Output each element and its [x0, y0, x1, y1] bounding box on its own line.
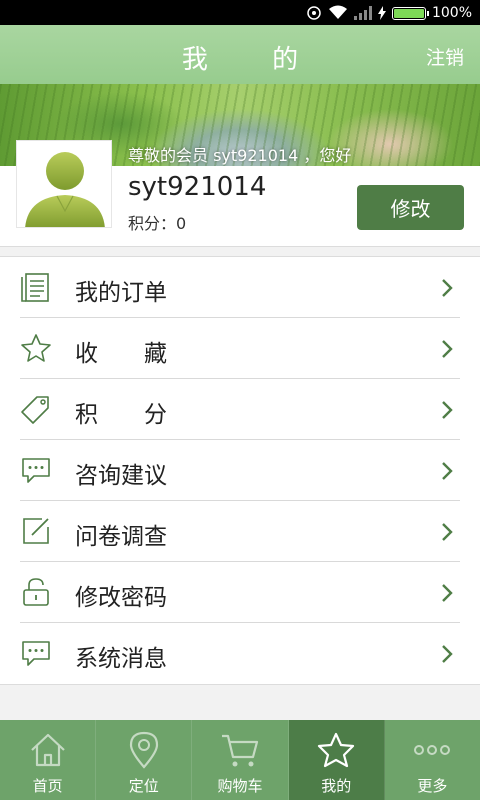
tab-label: 更多 — [417, 777, 448, 795]
points-text: 积分：0 — [128, 214, 187, 233]
battery-icon — [391, 6, 429, 20]
tab-home[interactable]: 首页 — [0, 720, 97, 800]
chevron-right-icon — [442, 340, 453, 358]
home-icon — [30, 733, 65, 767]
chevron-right-icon — [442, 523, 453, 541]
battery-percent: 100% — [431, 5, 472, 21]
charging-icon — [377, 6, 386, 20]
wifi-icon — [328, 5, 348, 21]
menu-item-label: 咨询建议 — [75, 463, 167, 489]
more-icon — [414, 745, 451, 755]
menu-item-change-password[interactable]: 修改密码 — [20, 562, 460, 623]
menu-item-feedback[interactable]: 咨询建议 — [20, 440, 460, 501]
menu-item-favorites[interactable]: 收 藏 — [20, 318, 460, 379]
tab-mine[interactable]: 我的 — [288, 720, 385, 800]
lock-icon — [23, 578, 49, 606]
greeting-text: 尊敬的会员 syt921014 ，您好 — [128, 146, 352, 165]
status-bar: 100% — [0, 0, 480, 25]
chevron-right-icon — [442, 645, 453, 663]
tab-cart[interactable]: 购物车 — [192, 720, 289, 800]
order-list-icon — [21, 273, 49, 302]
menu-item-label: 修改密码 — [75, 585, 167, 611]
menu-item-messages[interactable]: 系统消息 — [20, 623, 460, 684]
logout-button[interactable]: 注销 — [426, 43, 464, 70]
menu-item-label: 系统消息 — [75, 646, 167, 672]
location-icon — [129, 731, 158, 769]
tab-label: 购物车 — [217, 777, 263, 795]
chat-icon — [22, 458, 50, 483]
tab-location[interactable]: 定位 — [96, 720, 193, 800]
chevron-right-icon — [442, 401, 453, 419]
cart-icon — [222, 734, 259, 767]
edit-icon — [23, 518, 49, 544]
chevron-right-icon — [442, 584, 453, 602]
username: syt921014 — [128, 172, 267, 202]
menu-item-survey[interactable]: 问卷调查 — [20, 501, 460, 562]
chevron-right-icon — [442, 462, 453, 480]
menu-item-points[interactable]: 积 分 — [20, 379, 460, 440]
tab-label: 定位 — [128, 777, 159, 795]
tab-label: 首页 — [32, 777, 63, 795]
chevron-right-icon — [442, 279, 453, 297]
page-title: 我 的 — [181, 45, 327, 75]
menu-item-orders[interactable]: 我的订单 — [20, 257, 460, 318]
tag-icon — [21, 396, 49, 424]
edit-profile-button[interactable]: 修改 — [357, 185, 464, 230]
menu-item-label: 我的订单 — [75, 280, 167, 306]
star-icon — [318, 732, 355, 768]
message-icon — [22, 641, 50, 666]
cell-signal-icon — [353, 6, 372, 20]
tab-more[interactable]: 更多 — [385, 720, 480, 800]
signal-icon — [306, 5, 322, 21]
tab-label: 我的 — [321, 777, 352, 795]
menu-list: 我的订单 收 藏 积 分 咨询建议 问卷调查 修改密码 系统消息 — [0, 256, 480, 685]
menu-item-label: 问卷调查 — [75, 524, 167, 550]
menu-item-label: 收 藏 — [75, 341, 167, 367]
star-icon — [21, 334, 51, 362]
header-bar: 我 的 注销 — [0, 25, 480, 84]
menu-item-label: 积 分 — [75, 402, 167, 428]
bottom-tab-bar: 首页 定位 购物车 我的 更多 — [0, 720, 480, 800]
avatar[interactable] — [16, 140, 112, 228]
